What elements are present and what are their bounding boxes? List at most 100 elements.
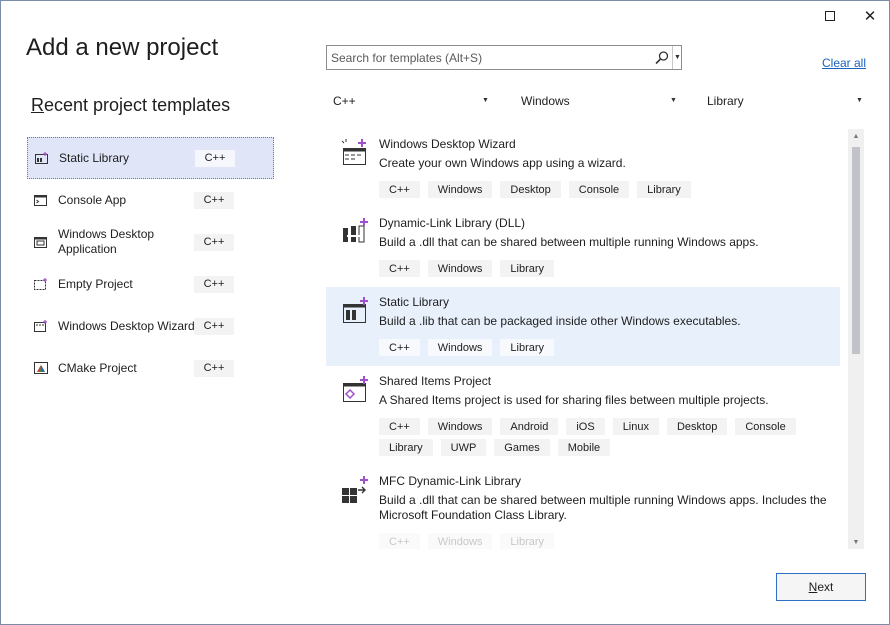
search-input[interactable]: Search for templates (Alt+S) bbox=[331, 51, 482, 65]
template-tags: C++ Windows Library bbox=[379, 533, 829, 549]
recent-item-lang-badge: C++ bbox=[194, 317, 234, 335]
template-item-static-library[interactable]: Static Library Build a .lib that can be … bbox=[326, 287, 840, 366]
recent-heading-mnemonic: R bbox=[31, 95, 44, 115]
language-filter[interactable]: C++ ▼ bbox=[333, 91, 491, 111]
recent-item-label: Windows Desktop Wizard bbox=[58, 318, 195, 333]
recent-item-lang-badge: C++ bbox=[194, 275, 234, 293]
search-icon[interactable] bbox=[654, 50, 670, 66]
search-options-dropdown[interactable]: ▼ bbox=[672, 46, 682, 69]
recent-item-windows-desktop-wizard[interactable]: Windows Desktop Wizard C++ bbox=[27, 305, 274, 347]
tag: Library bbox=[379, 439, 433, 456]
tag: Games bbox=[494, 439, 550, 456]
tag: iOS bbox=[566, 418, 605, 435]
platform-filter-value: Windows bbox=[521, 94, 570, 108]
recent-item-lang-badge: C++ bbox=[195, 149, 235, 167]
tag: Desktop bbox=[666, 418, 728, 435]
project-type-filter[interactable]: Library ▼ bbox=[707, 91, 865, 111]
scroll-up-arrow-icon[interactable]: ▲ bbox=[848, 129, 864, 143]
tag: Console bbox=[735, 418, 796, 435]
tag: Windows bbox=[427, 533, 493, 549]
tag: C++ bbox=[379, 181, 420, 198]
recent-item-label: Console App bbox=[58, 192, 127, 207]
recent-item-empty-project[interactable]: Empty Project C++ bbox=[27, 263, 274, 305]
tag: Library bbox=[500, 533, 555, 549]
cmake-project-icon bbox=[34, 362, 48, 374]
template-results-list: Windows Desktop Wizard Create your own W… bbox=[326, 129, 840, 549]
search-box[interactable]: Search for templates (Alt+S) ▼ bbox=[326, 45, 682, 70]
recent-item-windows-desktop-application[interactable]: Windows Desktop Application C++ bbox=[27, 221, 274, 263]
project-type-filter-value: Library bbox=[707, 94, 744, 108]
static-library-icon bbox=[340, 295, 370, 325]
recent-templates-heading: Recent project templates bbox=[31, 95, 230, 116]
recent-item-lang-badge: C++ bbox=[194, 191, 234, 209]
tag: C++ bbox=[379, 339, 420, 356]
template-name: Static Library bbox=[379, 295, 450, 309]
scrollbar-thumb[interactable] bbox=[852, 147, 860, 354]
recent-item-label: Empty Project bbox=[58, 276, 133, 291]
recent-heading-text: ecent project templates bbox=[44, 95, 231, 115]
template-name: Windows Desktop Wizard bbox=[379, 137, 516, 151]
recent-item-lang-badge: C++ bbox=[194, 233, 234, 251]
recent-item-console-app[interactable]: Console App C++ bbox=[27, 179, 274, 221]
tag: Library bbox=[500, 339, 555, 356]
tag: Android bbox=[500, 418, 559, 435]
template-tags: C++ Windows Desktop Console Library bbox=[379, 181, 829, 198]
shared-items-project-icon bbox=[340, 374, 370, 404]
template-description: Build a .dll that can be shared between … bbox=[379, 493, 827, 522]
tag: Windows bbox=[427, 260, 493, 277]
recent-templates-list: Static Library C++ Console App C++ Windo… bbox=[27, 137, 274, 389]
tag: Linux bbox=[612, 418, 659, 435]
tag: Console bbox=[568, 181, 630, 198]
template-tags: C++ Windows Library bbox=[379, 260, 829, 277]
chevron-down-icon: ▼ bbox=[670, 97, 677, 104]
tag: UWP bbox=[440, 439, 487, 456]
close-icon: ✕ bbox=[863, 7, 877, 25]
mfc-dll-icon bbox=[340, 474, 370, 504]
template-name: Dynamic-Link Library (DLL) bbox=[379, 216, 526, 230]
tag: Library bbox=[637, 181, 691, 198]
next-button[interactable]: Next bbox=[776, 573, 866, 601]
tag: Library bbox=[500, 260, 555, 277]
template-name: Shared Items Project bbox=[379, 374, 492, 388]
template-item-dll[interactable]: Dynamic-Link Library (DLL) Build a .dll … bbox=[326, 208, 840, 287]
tag: C++ bbox=[379, 260, 420, 277]
chevron-down-icon: ▼ bbox=[856, 97, 863, 104]
next-button-label: ext bbox=[817, 580, 834, 594]
template-tags: C++ Windows Library bbox=[379, 339, 829, 356]
template-item-windows-desktop-wizard[interactable]: Windows Desktop Wizard Create your own W… bbox=[326, 129, 840, 208]
console-app-icon bbox=[34, 194, 48, 206]
recent-item-label: Windows Desktop Application bbox=[58, 227, 155, 256]
clear-all-link[interactable]: Clear all bbox=[822, 56, 866, 70]
tag: Windows bbox=[427, 339, 493, 356]
maximize-button[interactable] bbox=[816, 5, 844, 27]
recent-item-static-library[interactable]: Static Library C++ bbox=[27, 137, 274, 179]
windows-desktop-app-icon bbox=[34, 236, 48, 248]
new-project-dialog: ✕ Add a new project Recent project templ… bbox=[0, 0, 890, 625]
tag: Desktop bbox=[500, 181, 561, 198]
tag: Mobile bbox=[557, 439, 611, 456]
platform-filter[interactable]: Windows ▼ bbox=[521, 91, 679, 111]
template-item-mfc-dll[interactable]: MFC Dynamic-Link Library Build a .dll th… bbox=[326, 466, 840, 549]
dll-icon bbox=[340, 216, 370, 246]
template-description: A Shared Items project is used for shari… bbox=[379, 393, 769, 407]
template-description: Build a .dll that can be shared between … bbox=[379, 235, 759, 249]
template-name: MFC Dynamic-Link Library bbox=[379, 474, 522, 488]
recent-item-label: Static Library bbox=[59, 150, 130, 165]
windows-desktop-wizard-icon bbox=[340, 137, 370, 167]
tag: Windows bbox=[427, 418, 493, 435]
empty-project-icon bbox=[34, 278, 48, 290]
scroll-down-arrow-icon[interactable]: ▼ bbox=[848, 535, 864, 549]
recent-item-lang-badge: C++ bbox=[194, 359, 234, 377]
template-item-shared-items-project[interactable]: Shared Items Project A Shared Items proj… bbox=[326, 366, 840, 466]
template-description: Create your own Windows app using a wiza… bbox=[379, 156, 626, 170]
recent-item-cmake-project[interactable]: CMake Project C++ bbox=[27, 347, 274, 389]
tag: C++ bbox=[379, 533, 420, 549]
next-button-mnemonic: N bbox=[808, 580, 818, 594]
chevron-down-icon: ▼ bbox=[482, 97, 489, 104]
close-button[interactable]: ✕ bbox=[856, 5, 884, 27]
maximize-icon bbox=[825, 11, 835, 21]
template-tags: C++ Windows Android iOS Linux Desktop Co… bbox=[379, 418, 829, 456]
tag: Windows bbox=[427, 181, 493, 198]
recent-item-label: CMake Project bbox=[58, 360, 137, 375]
results-scrollbar[interactable]: ▲ ▼ bbox=[848, 129, 864, 549]
